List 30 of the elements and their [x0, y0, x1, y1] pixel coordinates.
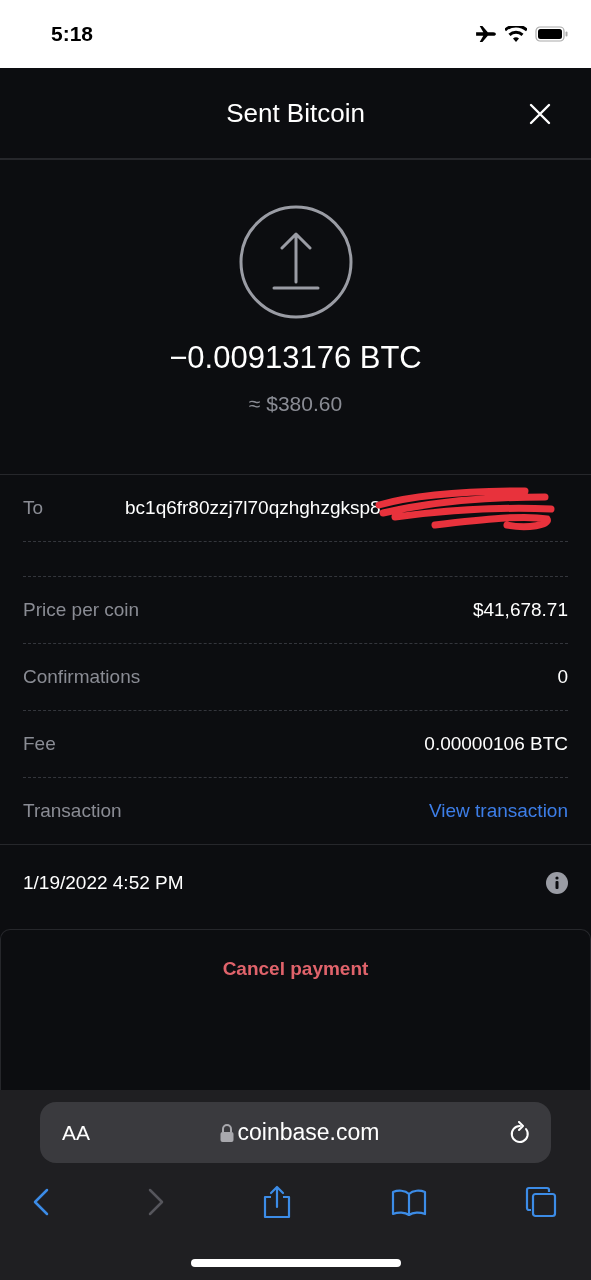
lock-icon: [219, 1123, 234, 1142]
transaction-date: 1/19/2022 4:52 PM: [23, 872, 184, 894]
detail-label: Fee: [23, 733, 56, 755]
url-text: coinbase.com: [237, 1119, 380, 1146]
detail-label: Price per coin: [23, 599, 140, 621]
detail-value: $41,678.71: [472, 599, 568, 621]
detail-label: To: [23, 497, 44, 519]
detail-value: 0.00000106 BTC: [424, 733, 568, 755]
address-value: bc1q6fr80zzj7l70qzhghzgksp8: [125, 497, 381, 519]
tabs-icon[interactable]: [525, 1186, 557, 1218]
status-time: 5:18: [51, 22, 94, 46]
back-icon[interactable]: [33, 1188, 49, 1216]
reload-icon[interactable]: [509, 1120, 531, 1145]
cancel-payment-button[interactable]: Cancel payment: [214, 954, 377, 984]
detail-value: 0: [557, 666, 568, 688]
address-bar[interactable]: AA coinbase.com: [40, 1102, 551, 1163]
wifi-icon: [505, 26, 527, 42]
battery-icon: [535, 26, 569, 42]
close-icon[interactable]: [529, 103, 551, 125]
view-transaction-link[interactable]: View transaction: [428, 800, 568, 822]
airplane-icon: [475, 25, 497, 43]
detail-label: Transaction: [23, 800, 122, 822]
screen-title: Sent Bitcoin: [226, 97, 365, 129]
detail-label: Confirmations: [23, 666, 141, 688]
share-icon[interactable]: [262, 1185, 292, 1219]
fiat-amount: ≈ $380.60: [248, 392, 343, 416]
text-size-button[interactable]: AA: [62, 1120, 90, 1145]
book-icon[interactable]: [390, 1188, 427, 1216]
crypto-amount: −0.00913176 BTC: [169, 340, 422, 376]
info-icon[interactable]: [545, 871, 569, 895]
